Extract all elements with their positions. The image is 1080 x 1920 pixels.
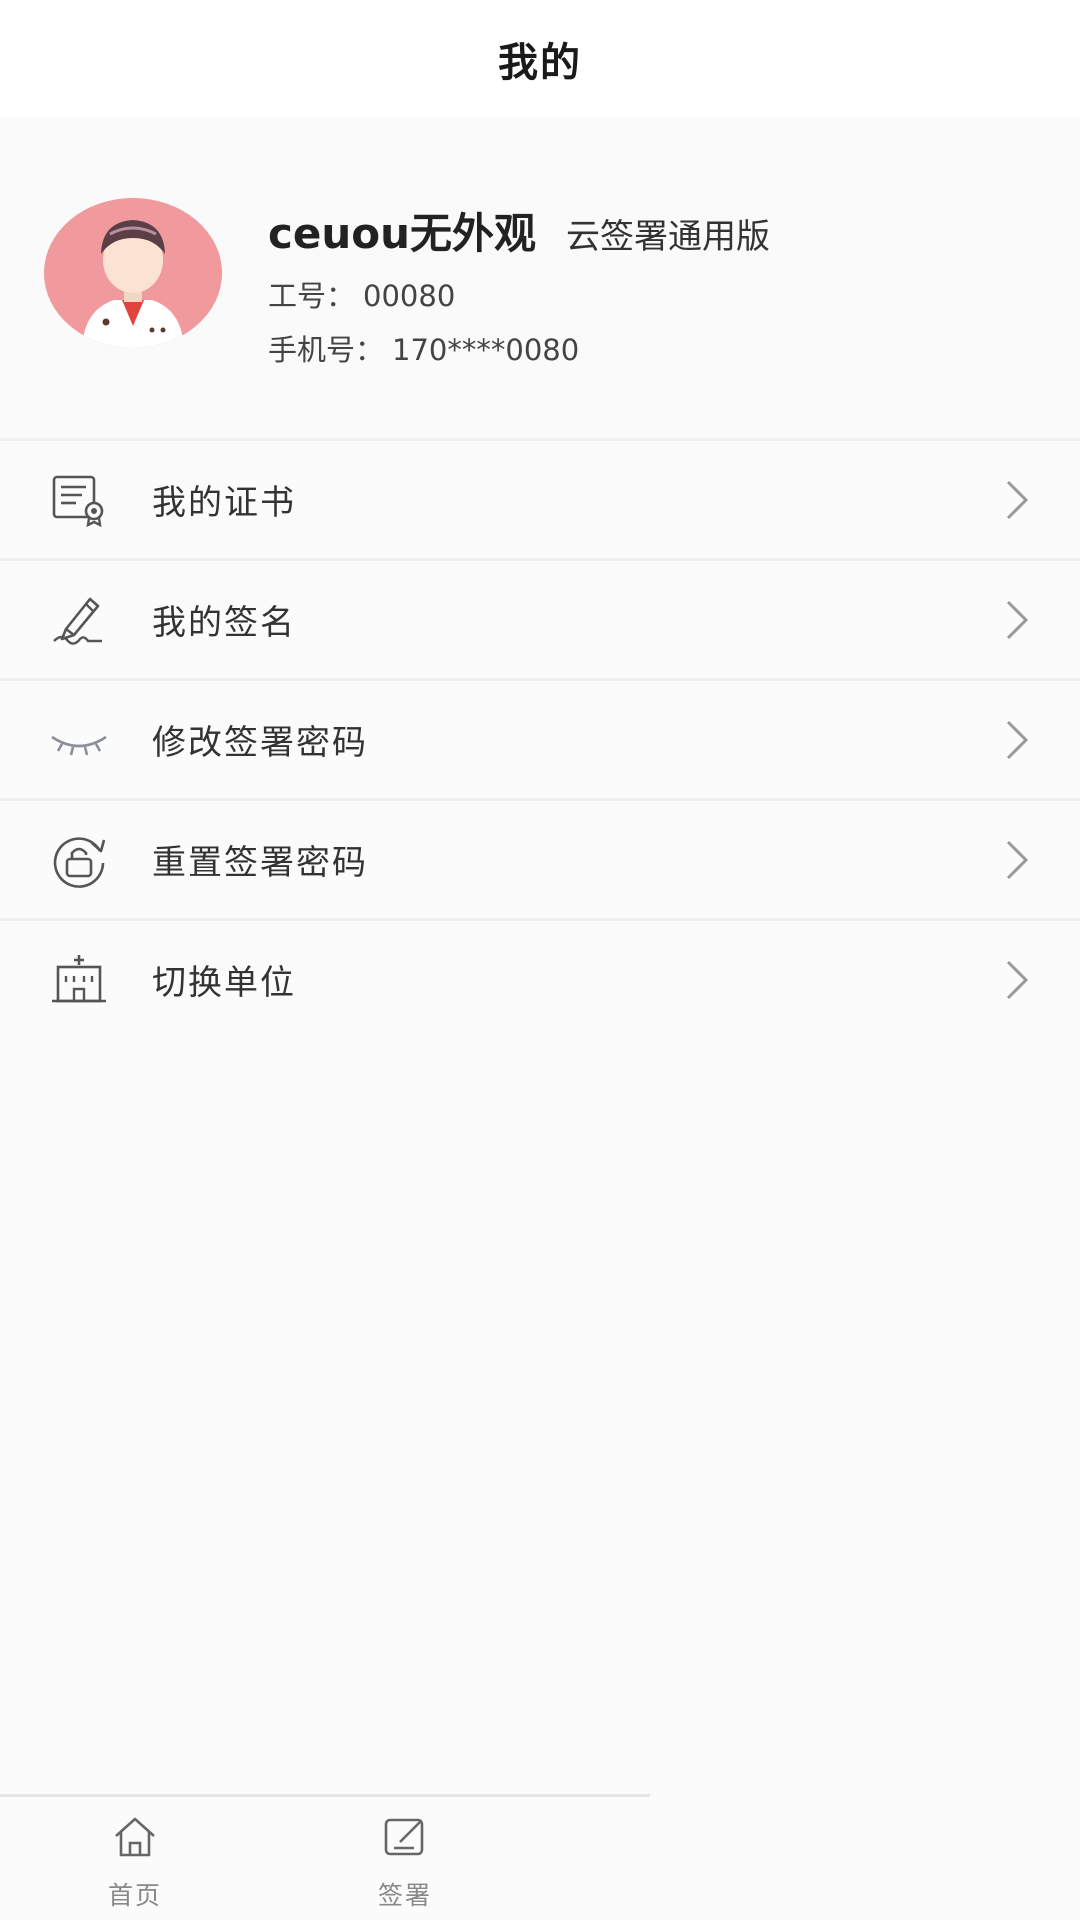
menu-item-switch-unit[interactable]: 切换单位: [0, 918, 1080, 1038]
nav-divider: [0, 1794, 650, 1797]
employee-id-value: 00080: [363, 279, 456, 313]
employee-id-line: 工号： 00080: [268, 273, 770, 315]
phone-value: 170****0080: [392, 333, 580, 367]
reset-lock-icon: [53, 836, 106, 888]
signature-pen-icon: [53, 597, 102, 645]
profile-info: ceuou无外观 云签署通用版 工号： 00080 手机号： 170****0080: [268, 200, 770, 369]
chevron-right-icon: [1006, 480, 1029, 519]
menu-item-label: 我的签名: [152, 603, 296, 643]
edition-label: 云签署通用版: [566, 217, 771, 257]
menu-list: 我的证书 我的签名 修改签署密码 重置签署密码 切换单位: [0, 438, 1080, 1038]
nav-label-home: 首页: [107, 1881, 162, 1910]
closed-eye-icon: [51, 735, 107, 755]
menu-item-label: 我的证书: [152, 483, 296, 523]
certificate-icon: [52, 475, 104, 527]
home-icon: [115, 1817, 155, 1857]
doctor-avatar-icon: [44, 198, 222, 348]
profile-card: ceuou无外观 云签署通用版 工号： 00080 手机号： 170****0080: [0, 118, 1080, 438]
nav-label-sign: 签署: [377, 1881, 432, 1910]
menu-item-label: 切换单位: [152, 963, 296, 1003]
name-row: ceuou无外观 云签署通用版: [268, 200, 770, 261]
chevron-right-icon: [1006, 720, 1029, 759]
user-name: ceuou无外观: [268, 209, 537, 258]
app-screen: 我的 ceuou无外观 云签署通用版 工号： 00080 手机号： 170***…: [0, 0, 1080, 1920]
sign-edit-icon: [384, 1818, 424, 1856]
menu-item-reset-password[interactable]: 重置签署密码: [0, 798, 1080, 918]
nav-item-home[interactable]: 首页: [65, 1812, 205, 1912]
phone-label: 手机号：: [268, 333, 385, 367]
header-bar: 我的: [0, 0, 1080, 118]
chevron-right-icon: [1006, 840, 1029, 879]
page-title: 我的: [498, 40, 582, 86]
menu-item-signature[interactable]: 我的签名: [0, 558, 1080, 678]
menu-item-label: 修改签署密码: [152, 723, 368, 763]
avatar[interactable]: [44, 198, 222, 348]
menu-item-label: 重置签署密码: [152, 843, 368, 883]
chevron-right-icon: [1006, 960, 1029, 999]
chevron-right-icon: [1006, 600, 1029, 639]
phone-line: 手机号： 170****0080: [268, 327, 770, 369]
hospital-building-icon: [52, 954, 106, 1002]
menu-item-change-password[interactable]: 修改签署密码: [0, 678, 1080, 798]
employee-id-label: 工号：: [268, 279, 356, 313]
nav-item-sign[interactable]: 签署: [335, 1812, 475, 1912]
menu-item-certificate[interactable]: 我的证书: [0, 438, 1080, 558]
bottom-nav: 首页 签署: [0, 1794, 1080, 1920]
